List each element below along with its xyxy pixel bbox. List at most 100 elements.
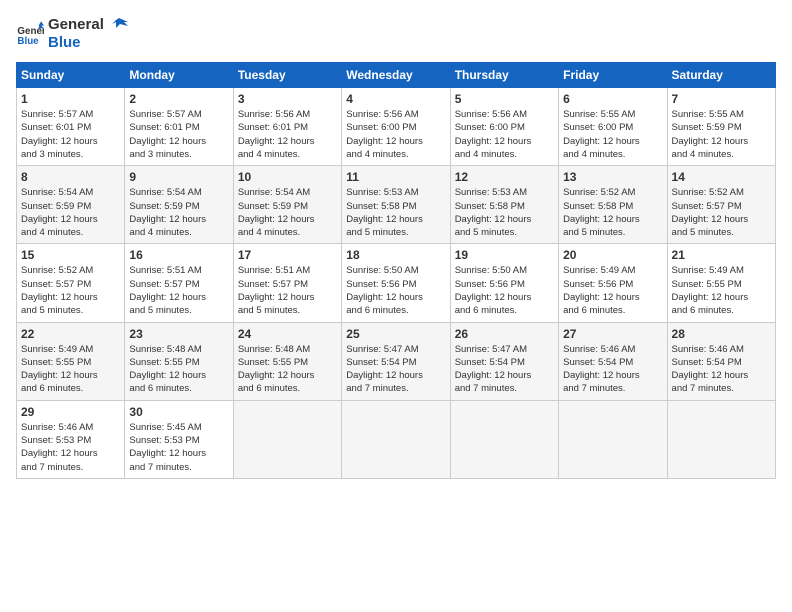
day-number: 13: [563, 170, 662, 184]
day-info: Sunrise: 5:50 AMSunset: 5:56 PMDaylight:…: [346, 264, 445, 317]
day-number: 22: [21, 327, 120, 341]
calendar-cell: 2 Sunrise: 5:57 AMSunset: 6:01 PMDaylight…: [125, 88, 233, 166]
day-info: Sunrise: 5:57 AMSunset: 6:01 PMDaylight:…: [129, 108, 228, 161]
calendar-cell: 18 Sunrise: 5:50 AMSunset: 5:56 PMDayligh…: [342, 244, 450, 322]
day-info: Sunrise: 5:52 AMSunset: 5:58 PMDaylight:…: [563, 186, 662, 239]
calendar-cell: 19 Sunrise: 5:50 AMSunset: 5:56 PMDayligh…: [450, 244, 558, 322]
calendar-cell: [667, 400, 775, 478]
day-number: 16: [129, 248, 228, 262]
day-number: 12: [455, 170, 554, 184]
calendar-cell: [342, 400, 450, 478]
calendar-cell: 17 Sunrise: 5:51 AMSunset: 5:57 PMDayligh…: [233, 244, 341, 322]
day-number: 28: [672, 327, 771, 341]
day-number: 4: [346, 92, 445, 106]
week-row-3: 15 Sunrise: 5:52 AMSunset: 5:57 PMDayligh…: [17, 244, 776, 322]
calendar-cell: 27Sunrise: 5:46 AMSunset: 5:54 PMDayligh…: [559, 322, 667, 400]
day-number: 11: [346, 170, 445, 184]
page: General Blue General Blue SundayMondayT: [0, 0, 792, 612]
calendar-cell: [450, 400, 558, 478]
week-row-5: 29 Sunrise: 5:46 AMSunset: 5:53 PMDayligh…: [17, 400, 776, 478]
calendar-cell: 26 Sunrise: 5:47 AMSunset: 5:54 PMDayligh…: [450, 322, 558, 400]
logo-general: General: [48, 16, 128, 34]
weekday-header-sunday: Sunday: [17, 63, 125, 88]
weekday-header-thursday: Thursday: [450, 63, 558, 88]
calendar-cell: 23 Sunrise: 5:48 AMSunset: 5:55 PMDayligh…: [125, 322, 233, 400]
week-row-4: 22 Sunrise: 5:49 AMSunset: 5:55 PMDayligh…: [17, 322, 776, 400]
day-number: 26: [455, 327, 554, 341]
day-number: 30: [129, 405, 228, 419]
day-number: 17: [238, 248, 337, 262]
calendar-cell: 14 Sunrise: 5:52 AMSunset: 5:57 PMDayligh…: [667, 166, 775, 244]
day-number: 29: [21, 405, 120, 419]
day-info: Sunrise: 5:50 AMSunset: 5:56 PMDaylight:…: [455, 264, 554, 317]
day-number: 24: [238, 327, 337, 341]
calendar-cell: 12 Sunrise: 5:53 AMSunset: 5:58 PMDayligh…: [450, 166, 558, 244]
day-info: Sunrise: 5:52 AMSunset: 5:57 PMDaylight:…: [21, 264, 120, 317]
day-info: Sunrise: 5:57 AMSunset: 6:01 PMDaylight:…: [21, 108, 120, 161]
calendar-cell: 22 Sunrise: 5:49 AMSunset: 5:55 PMDayligh…: [17, 322, 125, 400]
calendar-cell: 30 Sunrise: 5:45 AMSunset: 5:53 PMDayligh…: [125, 400, 233, 478]
day-number: 21: [672, 248, 771, 262]
calendar-cell: 1 Sunrise: 5:57 AMSunset: 6:01 PMDaylight…: [17, 88, 125, 166]
calendar-cell: [559, 400, 667, 478]
calendar-cell: 3 Sunrise: 5:56 AMSunset: 6:01 PMDaylight…: [233, 88, 341, 166]
calendar-cell: 13 Sunrise: 5:52 AMSunset: 5:58 PMDayligh…: [559, 166, 667, 244]
day-number: 18: [346, 248, 445, 262]
logo-bird-icon: [110, 16, 128, 34]
weekday-header-tuesday: Tuesday: [233, 63, 341, 88]
logo-icon: General Blue: [16, 20, 44, 48]
day-info: Sunrise: 5:54 AMSunset: 5:59 PMDaylight:…: [129, 186, 228, 239]
day-info: Sunrise: 5:54 AMSunset: 5:59 PMDaylight:…: [21, 186, 120, 239]
calendar-cell: 5Sunrise: 5:56 AMSunset: 6:00 PMDaylight…: [450, 88, 558, 166]
day-info: Sunrise: 5:55 AMSunset: 5:59 PMDaylight:…: [672, 108, 771, 161]
calendar-cell: 9 Sunrise: 5:54 AMSunset: 5:59 PMDaylight…: [125, 166, 233, 244]
day-number: 2: [129, 92, 228, 106]
day-info: Sunrise: 5:48 AMSunset: 5:55 PMDaylight:…: [238, 343, 337, 396]
week-row-1: 1 Sunrise: 5:57 AMSunset: 6:01 PMDaylight…: [17, 88, 776, 166]
calendar-table: SundayMondayTuesdayWednesdayThursdayFrid…: [16, 62, 776, 479]
weekday-header-saturday: Saturday: [667, 63, 775, 88]
day-number: 19: [455, 248, 554, 262]
day-number: 23: [129, 327, 228, 341]
logo-blue: Blue: [48, 34, 128, 52]
calendar-cell: [233, 400, 341, 478]
calendar-body: 1 Sunrise: 5:57 AMSunset: 6:01 PMDaylight…: [17, 88, 776, 479]
day-number: 25: [346, 327, 445, 341]
day-number: 15: [21, 248, 120, 262]
day-info: Sunrise: 5:49 AMSunset: 5:55 PMDaylight:…: [21, 343, 120, 396]
header: General Blue General Blue: [16, 16, 776, 52]
day-number: 20: [563, 248, 662, 262]
logo: General Blue General Blue: [16, 16, 128, 52]
day-number: 6: [563, 92, 662, 106]
day-info: Sunrise: 5:49 AMSunset: 5:56 PMDaylight:…: [563, 264, 662, 317]
calendar-cell: 6Sunrise: 5:55 AMSunset: 6:00 PMDaylight…: [559, 88, 667, 166]
day-number: 8: [21, 170, 120, 184]
day-info: Sunrise: 5:46 AMSunset: 5:53 PMDaylight:…: [21, 421, 120, 474]
day-info: Sunrise: 5:53 AMSunset: 5:58 PMDaylight:…: [346, 186, 445, 239]
day-number: 14: [672, 170, 771, 184]
day-number: 3: [238, 92, 337, 106]
calendar-cell: 15 Sunrise: 5:52 AMSunset: 5:57 PMDayligh…: [17, 244, 125, 322]
day-info: Sunrise: 5:49 AMSunset: 5:55 PMDaylight:…: [672, 264, 771, 317]
day-info: Sunrise: 5:56 AMSunset: 6:00 PMDaylight:…: [346, 108, 445, 161]
calendar-cell: 10Sunrise: 5:54 AMSunset: 5:59 PMDayligh…: [233, 166, 341, 244]
day-info: Sunrise: 5:53 AMSunset: 5:58 PMDaylight:…: [455, 186, 554, 239]
calendar-cell: 7 Sunrise: 5:55 AMSunset: 5:59 PMDaylight…: [667, 88, 775, 166]
day-info: Sunrise: 5:47 AMSunset: 5:54 PMDaylight:…: [455, 343, 554, 396]
calendar-cell: 25Sunrise: 5:47 AMSunset: 5:54 PMDayligh…: [342, 322, 450, 400]
calendar-cell: 11 Sunrise: 5:53 AMSunset: 5:58 PMDayligh…: [342, 166, 450, 244]
day-info: Sunrise: 5:45 AMSunset: 5:53 PMDaylight:…: [129, 421, 228, 474]
day-info: Sunrise: 5:46 AMSunset: 5:54 PMDaylight:…: [563, 343, 662, 396]
calendar-cell: 24 Sunrise: 5:48 AMSunset: 5:55 PMDayligh…: [233, 322, 341, 400]
weekday-header-wednesday: Wednesday: [342, 63, 450, 88]
day-number: 9: [129, 170, 228, 184]
day-info: Sunrise: 5:48 AMSunset: 5:55 PMDaylight:…: [129, 343, 228, 396]
day-number: 1: [21, 92, 120, 106]
calendar-cell: 16 Sunrise: 5:51 AMSunset: 5:57 PMDayligh…: [125, 244, 233, 322]
day-number: 7: [672, 92, 771, 106]
day-info: Sunrise: 5:51 AMSunset: 5:57 PMDaylight:…: [129, 264, 228, 317]
day-info: Sunrise: 5:51 AMSunset: 5:57 PMDaylight:…: [238, 264, 337, 317]
day-number: 5: [455, 92, 554, 106]
day-info: Sunrise: 5:52 AMSunset: 5:57 PMDaylight:…: [672, 186, 771, 239]
day-info: Sunrise: 5:56 AMSunset: 6:01 PMDaylight:…: [238, 108, 337, 161]
